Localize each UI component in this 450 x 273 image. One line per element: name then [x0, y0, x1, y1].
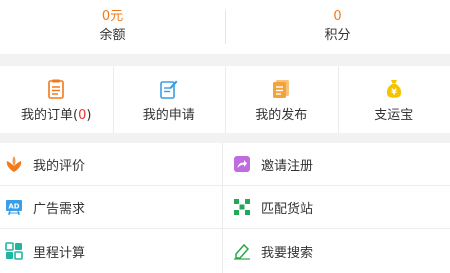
balance-value: 0元 [101, 9, 124, 24]
menu-row: 里程计算 我要搜索 [0, 229, 450, 273]
my-reviews-label: 我的评价 [33, 158, 86, 174]
menu-row: 我的评价 邀请注册 [0, 143, 450, 186]
ad-requirements-label: 广告需求 [33, 201, 86, 217]
match-station-label: 匹配货站 [261, 201, 314, 217]
ad-requirements-item[interactable]: AD 广告需求 [0, 186, 222, 228]
points-value: 0 [333, 9, 342, 24]
search-pen-icon [233, 242, 251, 260]
points-label: 积分 [324, 28, 351, 43]
my-orders-button[interactable]: 我的订单(0) [0, 66, 113, 133]
mileage-calc-item[interactable]: 里程计算 [0, 229, 222, 273]
my-publications-button[interactable]: 我的发布 [225, 66, 338, 133]
apply-icon [159, 79, 179, 99]
svg-text:AD: AD [8, 203, 19, 211]
balance-stat[interactable]: 0元 余额 [0, 0, 225, 54]
search-item[interactable]: 我要搜索 [222, 229, 450, 273]
order-icon [46, 79, 66, 99]
mileage-calc-icon [5, 242, 23, 260]
zhiyunbao-label: 支运宝 [374, 108, 414, 123]
search-label: 我要搜索 [261, 245, 314, 261]
zhiyunbao-button[interactable]: ¥ 支运宝 [337, 66, 450, 133]
mileage-calc-label: 里程计算 [33, 245, 86, 261]
invite-register-label: 邀请注册 [261, 158, 314, 174]
publish-icon [271, 79, 291, 99]
ad-icon: AD [5, 198, 23, 216]
money-bag-icon: ¥ [384, 79, 404, 99]
my-applications-button[interactable]: 我的申请 [112, 66, 226, 133]
svg-text:¥: ¥ [391, 88, 397, 97]
balance-label: 余额 [99, 28, 126, 43]
my-orders-label: 我的订单(0) [21, 108, 92, 123]
my-reviews-item[interactable]: 我的评价 [0, 143, 222, 185]
invite-share-icon [233, 155, 251, 173]
quick-actions: 我的订单(0) 我的申请 我的发布 ¥ 支运宝 [0, 66, 450, 133]
review-icon [5, 155, 23, 173]
invite-register-item[interactable]: 邀请注册 [222, 143, 450, 185]
points-stat[interactable]: 0 积分 [225, 0, 450, 54]
account-stats: 0元 余额 0 积分 [0, 0, 450, 54]
match-station-item[interactable]: 匹配货站 [222, 186, 450, 228]
match-station-icon [233, 198, 251, 216]
feature-menu: 我的评价 邀请注册 AD 广告需求 匹配货站 里程计算 我要搜索 [0, 143, 450, 273]
menu-row: AD 广告需求 匹配货站 [0, 186, 450, 229]
my-publications-label: 我的发布 [255, 108, 308, 123]
my-applications-label: 我的申请 [142, 108, 195, 123]
